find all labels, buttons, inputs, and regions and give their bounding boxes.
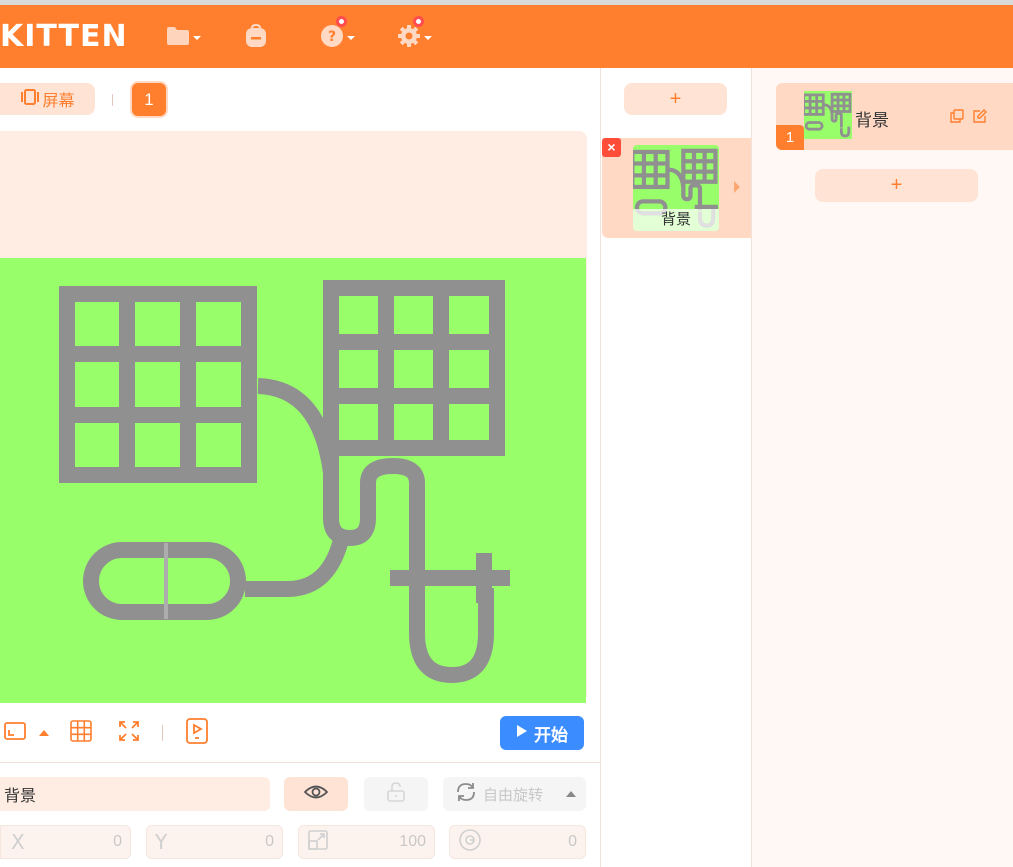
rotation-mode-label: 自由旋转 [483,786,544,804]
stage-size-dropdown[interactable] [38,728,50,738]
scale-input[interactable] [366,833,426,851]
y-label: Y [155,830,168,854]
scale-field[interactable] [298,825,435,859]
actor-name: 背景 [855,111,889,130]
grid-icon [69,719,93,748]
grid-toggle-button[interactable] [69,719,93,748]
resize-icon [4,721,26,745]
chevron-down-icon [193,36,201,40]
visibility-toggle[interactable] [284,777,348,811]
start-button[interactable]: 开始 [500,716,584,750]
top-bar: KITTEN ? [0,0,1013,68]
rotate-icon [455,782,477,806]
backgrounds-panel: + 背景 × [600,68,752,867]
x-input[interactable] [62,833,122,851]
stage-canvas[interactable] [0,258,586,703]
x-label: X [11,830,25,854]
thumbnail-drawing [804,92,852,138]
background-item[interactable]: 背景 × [602,138,751,238]
kitten-editor: KITTEN ? 屏幕 1 开始 背景 自由旋转 X 0 Y 0 100 0 +… [0,0,1013,867]
divider [0,762,600,763]
x-position-field[interactable]: X [0,825,131,859]
svg-text:?: ? [328,29,336,45]
background-thumbnail: 背景 [633,145,719,231]
page-tab-1[interactable]: 1 [132,83,166,116]
chevron-down-icon [347,36,355,40]
settings-icon [397,24,421,48]
chevron-up-icon [39,730,49,736]
file-menu-button[interactable] [166,21,201,51]
settings-menu-button[interactable] [397,16,432,51]
actor-item[interactable]: 1 背景 [776,83,1013,150]
screen-button[interactable]: 屏幕 [0,83,95,115]
scale-icon [307,829,329,855]
y-input[interactable] [214,833,274,851]
chevron-down-icon [424,36,432,40]
help-menu-button[interactable]: ? [320,16,355,51]
actor-index-badge: 1 [776,125,804,150]
lock-toggle[interactable] [364,777,428,811]
add-background-button[interactable]: + [624,83,727,115]
fullscreen-button[interactable] [117,719,141,748]
notification-dot [336,16,347,27]
tablet-play-icon [186,717,208,749]
actor-thumbnail [804,91,852,139]
fullscreen-icon [117,719,141,748]
delete-background-button[interactable]: × [602,138,621,157]
notification-dot [413,16,424,27]
direction-icon [458,828,482,856]
backpack-icon [243,23,269,49]
screen-icon [20,88,40,110]
screen-label: 屏幕 [42,93,75,110]
divider [162,725,163,741]
resize-stage-button[interactable] [3,721,27,745]
add-actor-button[interactable]: + [815,169,978,202]
eye-icon [303,784,329,805]
backpack-button[interactable] [243,21,269,51]
app-logo: KITTEN [0,19,128,54]
help-icon: ? [320,24,344,48]
preview-button[interactable] [185,717,209,749]
rotation-mode-select[interactable]: 自由旋转 [443,777,586,811]
folder-icon [166,26,190,46]
direction-field[interactable] [449,825,586,859]
background-name: 背景 [633,209,719,231]
divider [112,94,113,106]
unlock-icon [386,781,406,807]
stage-frame [0,131,587,703]
background-drawing [59,280,510,684]
stage-panel: 屏幕 1 开始 背景 自由旋转 X 0 Y 0 100 0 [0,68,600,867]
edit-icon[interactable] [973,109,987,128]
chevron-right-icon [734,181,740,193]
y-position-field[interactable]: Y [146,825,283,859]
actor-name-input[interactable] [0,777,270,811]
actors-panel: 1 背景 + [752,68,1013,867]
play-icon [516,723,528,743]
direction-input[interactable] [517,833,577,851]
copy-icon[interactable] [950,109,964,128]
start-label: 开始 [534,725,568,745]
chevron-up-icon [566,791,576,797]
